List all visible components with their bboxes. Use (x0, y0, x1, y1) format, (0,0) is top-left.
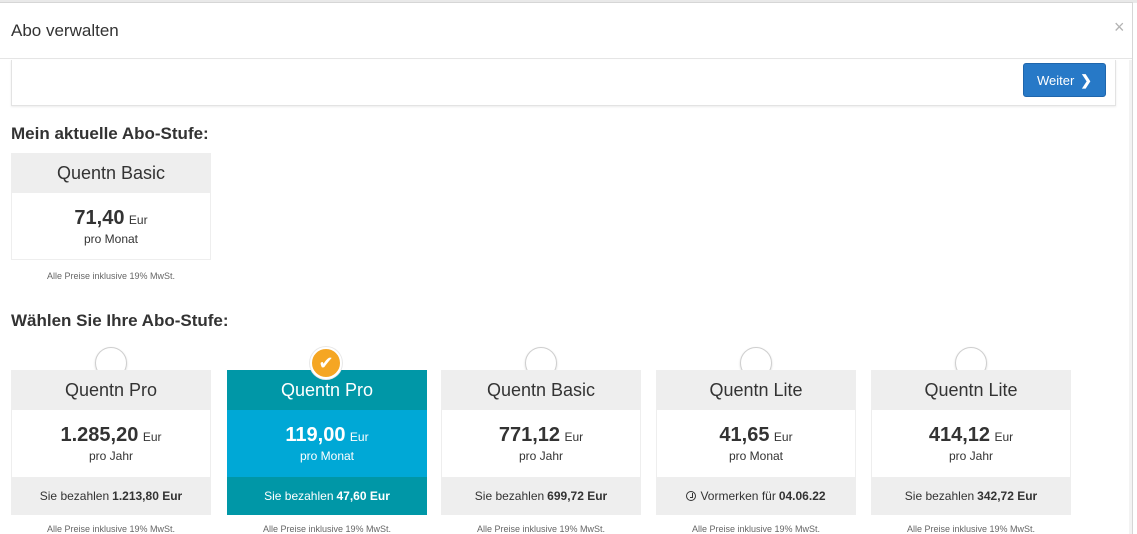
payment-prefix: Sie bezahlen (474, 489, 545, 503)
plan-payment-info: Sie bezahlen 342,72 Eur (871, 477, 1071, 515)
payment-amount: 47,60 Eur (336, 489, 390, 503)
plan-currency: Eur (349, 430, 369, 444)
payment-prefix: Sie bezahlen (39, 489, 110, 503)
plan-currency: Eur (128, 213, 148, 227)
chevron-right-icon: ❯ (1080, 71, 1093, 88)
payment-amount: 04.06.22 (778, 489, 826, 503)
plan-name: Quentn Pro (11, 370, 211, 410)
vat-note: Alle Preise inklusive 19% MwSt. (476, 524, 606, 534)
close-icon[interactable]: × (1114, 17, 1132, 37)
plan-price: 41,65 (719, 424, 770, 446)
plan-price: 771,12 (498, 424, 561, 446)
vat-note: Alle Preise inklusive 19% MwSt. (906, 524, 1036, 534)
plan-price-block: 41,65 Eur pro Monat (656, 410, 856, 477)
modal-title: Abo verwalten (11, 21, 119, 40)
plan-payment-info: Sie bezahlen 47,60 Eur (227, 477, 427, 515)
plan-period: pro Jahr (948, 449, 994, 463)
plan-currency: Eur (564, 430, 584, 444)
plan-currency: Eur (773, 430, 793, 444)
plan-price-block: 119,00 Eur pro Monat (227, 410, 427, 477)
plan-period: pro Monat (299, 449, 355, 463)
vat-note: Alle Preise inklusive 19% MwSt. (46, 271, 176, 281)
plan-payment-info: Sie bezahlen 699,72 Eur (441, 477, 641, 515)
plan-card-3[interactable]: Quentn Lite 41,65 Eur pro Monat Vormerke… (656, 370, 856, 534)
plan-name: Quentn Basic (11, 153, 211, 193)
plan-name: Quentn Lite (656, 370, 856, 410)
plan-currency: Eur (142, 430, 162, 444)
plan-name: Quentn Basic (441, 370, 641, 410)
plan-price-block: 1.285,20 Eur pro Jahr (11, 410, 211, 477)
vat-note: Alle Preise inklusive 19% MwSt. (691, 524, 821, 534)
scrollbar[interactable] (1129, 60, 1132, 534)
payment-amount: 699,72 Eur (547, 489, 608, 503)
plan-price: 414,12 (928, 424, 991, 446)
checkmark-icon: ✔ (318, 352, 334, 373)
plan-currency: Eur (994, 430, 1014, 444)
plan-period: pro Jahr (518, 449, 564, 463)
plan-card-1[interactable]: Quentn Pro 119,00 Eur pro Monat Sie beza… (227, 370, 427, 534)
plan-period: pro Monat (83, 232, 139, 246)
weiter-button-label: Weiter (1036, 72, 1075, 88)
plan-payment-info: Vormerken für 04.06.22 (656, 477, 856, 515)
plan-card-0[interactable]: Quentn Pro 1.285,20 Eur pro Jahr Sie bez… (11, 370, 211, 534)
vat-note: Alle Preise inklusive 19% MwSt. (262, 524, 392, 534)
plan-price: 1.285,20 (60, 424, 139, 446)
plan-card-4[interactable]: Quentn Lite 414,12 Eur pro Jahr Sie beza… (871, 370, 1071, 534)
payment-amount: 1.213,80 Eur (112, 489, 183, 503)
clock-icon (686, 491, 697, 501)
choose-plan-heading: Wählen Sie Ihre Abo-Stufe: (11, 311, 229, 330)
plan-payment-info: Sie bezahlen 1.213,80 Eur (11, 477, 211, 515)
plan-price-block: 71,40 Eur pro Monat (11, 193, 211, 260)
manage-subscription-modal: Abo verwalten × Weiter ❯ Mein aktuelle A… (0, 2, 1133, 534)
plan-period: pro Jahr (88, 449, 134, 463)
plan-period: pro Monat (728, 449, 784, 463)
weiter-button[interactable]: Weiter ❯ (1023, 63, 1106, 97)
plan-name: Quentn Lite (871, 370, 1071, 410)
action-panel: Weiter ❯ (11, 60, 1116, 106)
payment-amount: 342,72 Eur (977, 489, 1038, 503)
plan-price-block: 771,12 Eur pro Jahr (441, 410, 641, 477)
plan-price: 119,00 (285, 424, 346, 446)
modal-header: Abo verwalten × (0, 3, 1132, 59)
payment-prefix: Vormerken für (700, 489, 776, 503)
plan-price: 71,40 (74, 207, 125, 229)
vat-note: Alle Preise inklusive 19% MwSt. (46, 524, 176, 534)
payment-prefix: Sie bezahlen (904, 489, 975, 503)
plan-card-2[interactable]: Quentn Basic 771,12 Eur pro Jahr Sie bez… (441, 370, 641, 534)
payment-prefix: Sie bezahlen (264, 489, 334, 503)
current-plan-heading: Mein aktuelle Abo-Stufe: (11, 124, 209, 143)
current-plan-card: Quentn Basic 71,40 Eur pro Monat Alle Pr… (11, 153, 211, 281)
plan-radio-1-checked[interactable]: ✔ (310, 347, 342, 379)
plan-price-block: 414,12 Eur pro Jahr (871, 410, 1071, 477)
